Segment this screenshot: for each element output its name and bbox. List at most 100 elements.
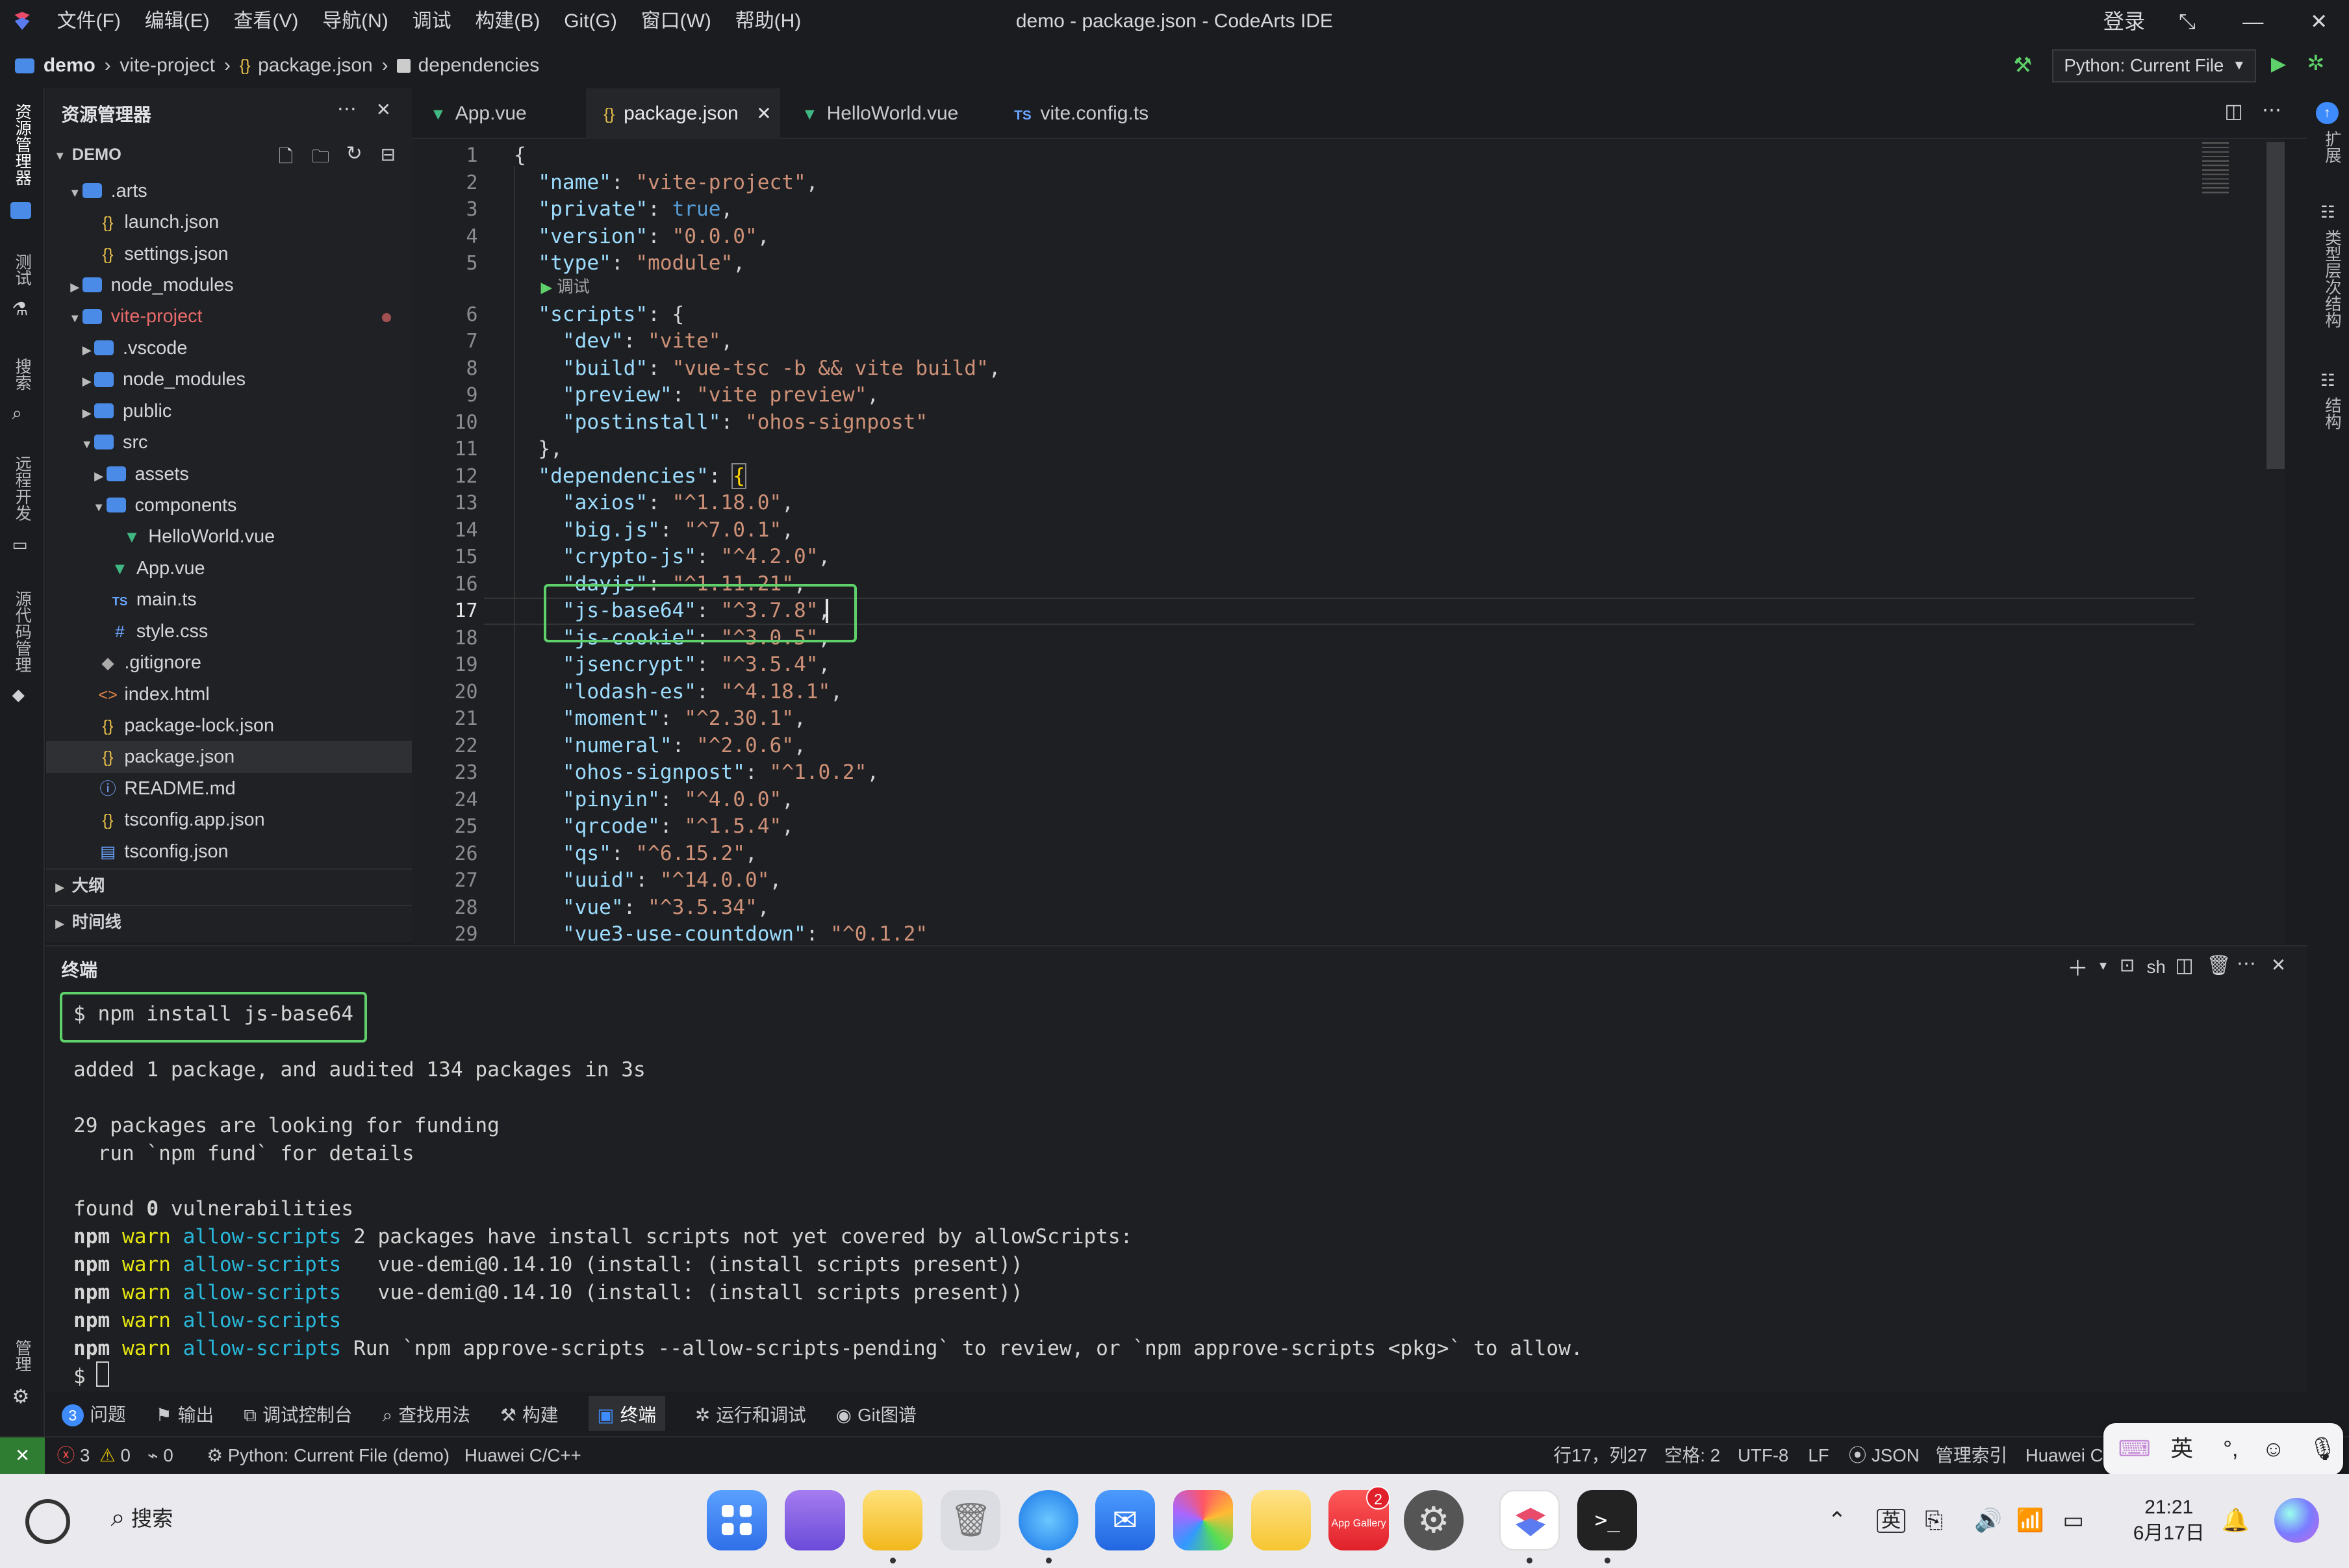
tree-file[interactable]: {} tsconfig.app.json bbox=[46, 804, 412, 835]
keyboard-icon[interactable]: ⌨ bbox=[2118, 1423, 2151, 1476]
clock[interactable]: 21:21 6月17日 bbox=[2133, 1495, 2205, 1545]
collapse-all-icon[interactable]: ⊟ bbox=[381, 144, 396, 165]
tab-app-vue[interactable]: ▼ App.vue bbox=[412, 88, 581, 139]
ime-lang-toggle[interactable]: 英 bbox=[2170, 1423, 2193, 1476]
tab-terminal[interactable]: ▣ 终端 bbox=[588, 1395, 665, 1431]
tree-file[interactable]: <> index.html bbox=[46, 679, 412, 710]
code-editor[interactable]: ▶ 调试 1 2 3 4 5 6 7 8 9 10 11 12 13 14 15 16 17 18 19 20 21 22 2… bbox=[412, 139, 2285, 944]
tab-output[interactable]: ⚑ 输出 bbox=[156, 1400, 214, 1426]
problems-status[interactable]: ⓧ 3 ⚠ 0 ⌁ 0 bbox=[57, 1437, 173, 1473]
notification-badge-icon[interactable]: ↑ bbox=[2316, 101, 2339, 125]
activity-manage[interactable]: 管理 bbox=[10, 1339, 34, 1372]
tree-folder[interactable]: ▼ vite-project bbox=[46, 301, 412, 332]
clipboard-icon[interactable]: ⎘ bbox=[1925, 1474, 1943, 1568]
tab-build[interactable]: ⚒ 构建 bbox=[500, 1400, 558, 1426]
run-config-select[interactable]: Python: Current File ▼ bbox=[2052, 49, 2256, 82]
activity-explorer[interactable]: 资源管理器 bbox=[10, 103, 34, 186]
close-window-button[interactable]: ✕ bbox=[2298, 0, 2340, 44]
app-launcher-icon[interactable] bbox=[707, 1490, 767, 1550]
layout-icon[interactable]: ⤡ bbox=[2169, 0, 2205, 44]
photos-icon[interactable] bbox=[1173, 1490, 1233, 1550]
codearts-ide-icon[interactable] bbox=[1499, 1490, 1560, 1550]
tab-helloworld-vue[interactable]: ▼ HelloWorld.vue bbox=[783, 88, 990, 139]
ime-tray-indicator[interactable]: 英 bbox=[1877, 1474, 1905, 1568]
debug-icon[interactable]: ✲ bbox=[2307, 51, 2324, 75]
close-tab-icon[interactable]: ✕ bbox=[756, 88, 771, 139]
more-icon[interactable]: ⋯ bbox=[2262, 99, 2281, 121]
end-of-line[interactable]: LF bbox=[1808, 1437, 1829, 1473]
language-mode[interactable]: ⦿ JSON bbox=[1849, 1437, 1920, 1473]
multitask-icon[interactable] bbox=[785, 1490, 845, 1550]
breadcrumb-item-package-json[interactable]: package.json bbox=[258, 55, 373, 77]
minimap[interactable] bbox=[2202, 142, 2229, 197]
close-panel-icon[interactable]: ✕ bbox=[2271, 954, 2286, 976]
tree-folder[interactable]: ▶ node_modules bbox=[46, 364, 412, 395]
more-icon[interactable]: ⋯ bbox=[337, 97, 357, 120]
tree-file[interactable]: ▼ App.vue bbox=[46, 553, 412, 584]
tree-folder[interactable]: ▶ .vscode bbox=[46, 333, 412, 364]
volume-icon[interactable]: 🔊 bbox=[1974, 1474, 2002, 1568]
tab-git-graph[interactable]: ◉ Git图谱 bbox=[836, 1400, 917, 1426]
microphone-icon[interactable]: 🎙 bbox=[2309, 1423, 2337, 1476]
menu-item[interactable]: 文件(F) bbox=[45, 0, 133, 44]
chevron-down-icon[interactable]: ▼ bbox=[2097, 959, 2109, 973]
tab-find-usages[interactable]: ⌕ 查找用法 bbox=[383, 1400, 470, 1426]
activity-search[interactable]: 搜索 bbox=[10, 358, 34, 391]
rightbar-extensions[interactable]: 扩展 bbox=[2320, 131, 2344, 164]
emoji-icon[interactable]: ☺ bbox=[2262, 1423, 2285, 1476]
file-manager-icon[interactable] bbox=[863, 1490, 923, 1550]
hammer-icon[interactable]: ⚒ bbox=[2013, 53, 2032, 77]
trash-icon[interactable]: 🗑 bbox=[941, 1490, 1001, 1550]
menu-item[interactable]: 调试 bbox=[400, 0, 463, 44]
run-status[interactable]: ⚙ Python: Current File (demo) bbox=[207, 1437, 450, 1473]
timeline-section[interactable]: ▶ 时间线 bbox=[46, 904, 413, 938]
tree-file[interactable]: # style.css bbox=[46, 616, 412, 647]
cursor-position[interactable]: 行17，列27 bbox=[1553, 1437, 1647, 1473]
tree-file[interactable]: ⓘ README.md bbox=[46, 773, 412, 804]
remote-indicator[interactable]: ✕ bbox=[0, 1437, 45, 1474]
tree-file[interactable]: {} package-lock.json bbox=[46, 710, 412, 741]
login-button[interactable]: 登录 bbox=[2097, 0, 2151, 44]
tree-file[interactable]: TS main.ts bbox=[46, 584, 412, 615]
codelens[interactable]: ▶ 调试 bbox=[540, 274, 589, 297]
tab-package-json[interactable]: {} package.json ✕ bbox=[585, 88, 781, 140]
tree-file[interactable]: ▼ HelloWorld.vue bbox=[46, 521, 412, 552]
tree-file[interactable]: {} launch.json bbox=[46, 207, 412, 238]
tree-folder[interactable]: ▶ assets bbox=[46, 459, 412, 490]
menu-item[interactable]: 编辑(E) bbox=[133, 0, 222, 44]
tab-debug-console[interactable]: ⧉ 调试控制台 bbox=[244, 1400, 352, 1426]
tree-file[interactable]: ◆ .gitignore bbox=[46, 647, 412, 678]
menu-item[interactable]: Git(G) bbox=[552, 0, 629, 44]
activity-test[interactable]: 测试 bbox=[10, 253, 34, 286]
run-icon[interactable]: ▶ bbox=[2271, 53, 2286, 75]
huawei-status[interactable]: Huawei C bbox=[2025, 1437, 2103, 1473]
new-terminal-icon[interactable]: ＋ bbox=[2067, 952, 2088, 982]
tab-vite-config-ts[interactable]: TS vite.config.ts bbox=[996, 88, 1187, 139]
tree-folder[interactable]: ▶ public bbox=[46, 396, 412, 427]
taskbar-search[interactable]: ⌕ 搜索 bbox=[111, 1502, 173, 1532]
battery-icon[interactable]: ▭ bbox=[2063, 1474, 2084, 1568]
close-icon[interactable]: ✕ bbox=[376, 99, 391, 120]
tree-file[interactable]: ▤ tsconfig.json bbox=[46, 836, 412, 867]
indentation[interactable]: 空格: 2 bbox=[1664, 1437, 1720, 1473]
new-folder-icon[interactable]: 🗀 bbox=[312, 144, 330, 174]
wifi-icon[interactable]: 📶 bbox=[2016, 1474, 2044, 1568]
activity-scm[interactable]: 源代码管理 bbox=[10, 590, 34, 673]
start-button[interactable] bbox=[25, 1499, 71, 1545]
menu-item[interactable]: 构建(B) bbox=[463, 0, 552, 44]
tab-problems[interactable]: 3 问题 bbox=[61, 1400, 126, 1427]
breadcrumb-item-vite-project[interactable]: vite-project bbox=[120, 55, 215, 77]
trash-icon[interactable]: 🗑 bbox=[2207, 954, 2231, 977]
tab-run-debug[interactable]: ✲ 运行和调试 bbox=[695, 1400, 806, 1426]
assistant-icon[interactable] bbox=[2274, 1497, 2319, 1543]
terminal-app-icon[interactable]: >_ bbox=[1577, 1490, 1638, 1550]
chevron-up-icon[interactable]: ⌃ bbox=[1827, 1474, 1846, 1568]
split-editor-icon[interactable]: ◫ bbox=[2224, 100, 2242, 123]
menu-item[interactable]: 导航(N) bbox=[311, 0, 400, 44]
terminal-shell-icon[interactable]: ⊡ bbox=[2120, 954, 2135, 976]
outline-section[interactable]: ▶ 大纲 bbox=[46, 868, 413, 902]
punctuation-icon[interactable]: °, bbox=[2223, 1423, 2238, 1476]
minimize-button[interactable]: — bbox=[2232, 0, 2274, 44]
tree-folder[interactable]: ▼ src bbox=[46, 427, 412, 458]
tree-file[interactable]: {} settings.json bbox=[46, 238, 412, 270]
